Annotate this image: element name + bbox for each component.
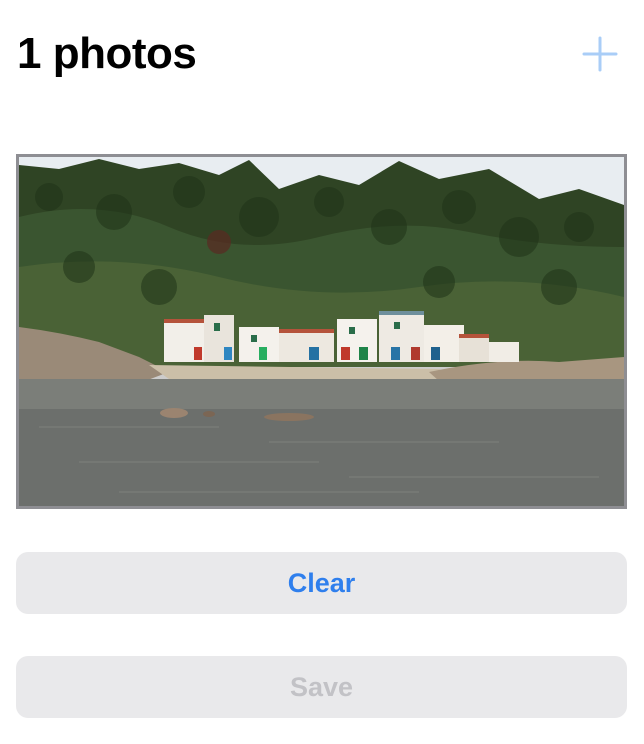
photo-image bbox=[19, 157, 624, 506]
plus-icon bbox=[582, 36, 618, 72]
clear-button[interactable]: Clear bbox=[16, 552, 627, 614]
header: 1 photos bbox=[0, 0, 644, 110]
add-photo-button[interactable] bbox=[580, 34, 620, 74]
photo-thumbnail[interactable] bbox=[16, 154, 627, 509]
page-title: 1 photos bbox=[17, 29, 197, 78]
save-button[interactable]: Save bbox=[16, 656, 627, 718]
